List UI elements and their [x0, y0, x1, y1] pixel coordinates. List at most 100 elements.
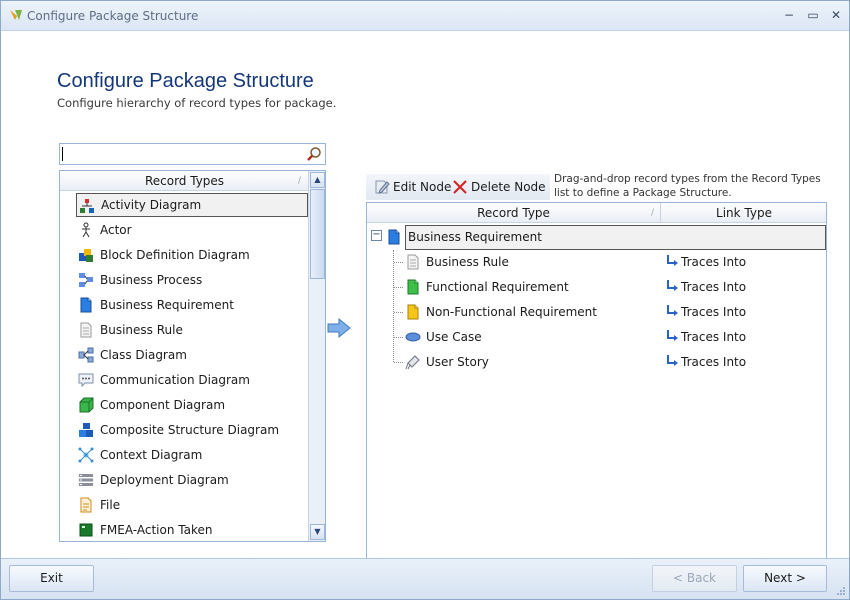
use-case-icon — [405, 332, 421, 342]
sort-indicator-icon: / — [650, 208, 654, 218]
deployment-diagram-icon — [79, 474, 93, 486]
list-item-label: Component Diagram — [100, 398, 226, 412]
column-header-link-type[interactable]: Link Type — [662, 203, 826, 223]
exit-button[interactable]: Exit — [9, 565, 94, 592]
tree-node-label: Use Case — [426, 330, 482, 344]
tree-node-root[interactable]: Business Requirement — [405, 225, 826, 250]
list-item-label: Block Definition Diagram — [100, 248, 250, 262]
record-type-search-input[interactable] — [59, 143, 326, 165]
minimize-button[interactable]: − — [779, 7, 799, 23]
list-item-component-diagram[interactable]: Component Diagram — [76, 393, 308, 417]
wizard-footer: Exit < Back Next > — [1, 558, 849, 599]
text-caret — [62, 147, 63, 161]
record-types-list[interactable]: Record Types / Activity Diagram Actor Bl… — [59, 170, 326, 542]
composite-structure-diagram-icon — [79, 423, 93, 437]
window-title: Configure Package Structure — [27, 9, 199, 23]
close-button[interactable]: ✕ — [826, 7, 846, 23]
list-item-business-process[interactable]: Business Process — [76, 268, 308, 292]
tree-node-label: Business Requirement — [408, 230, 542, 244]
list-item-class-diagram[interactable]: Class Diagram — [76, 343, 308, 367]
list-item-context-diagram[interactable]: Context Diagram — [76, 443, 308, 467]
list-item-label: Deployment Diagram — [100, 473, 229, 487]
user-story-icon — [405, 355, 420, 370]
package-structure-tree[interactable]: Record Type / Link Type − Business Requi… — [366, 202, 827, 574]
page-subtitle: Configure hierarchy of record types for … — [57, 96, 337, 110]
dialog-content: Configure Package Structure Configure hi… — [1, 32, 849, 574]
list-item-label: Composite Structure Diagram — [100, 423, 280, 437]
list-item-label: Business Requirement — [100, 298, 234, 312]
column-header-record-type[interactable]: Record Type / — [367, 203, 661, 223]
business-requirement-icon — [80, 297, 92, 313]
tree-node-label: User Story — [426, 355, 489, 369]
file-icon — [80, 497, 92, 513]
class-diagram-icon — [78, 347, 94, 363]
drag-drop-hint: Drag-and-drop record types from the Reco… — [554, 173, 821, 199]
fmea-action-taken-icon — [79, 523, 93, 537]
list-item-file[interactable]: File — [76, 493, 308, 517]
resize-grip-icon[interactable] — [836, 586, 846, 596]
communication-diagram-icon — [78, 373, 94, 388]
link-type-label[interactable]: Traces Into — [681, 330, 746, 344]
component-diagram-icon — [79, 397, 94, 413]
business-rule-icon — [80, 322, 92, 338]
page-title: Configure Package Structure — [57, 70, 314, 92]
business-requirement-icon — [388, 229, 400, 245]
tree-node-label: Non-Functional Requirement — [426, 305, 597, 319]
delete-x-icon — [453, 180, 467, 194]
record-types-header[interactable]: Record Types / — [60, 171, 309, 191]
block-definition-diagram-icon — [79, 249, 93, 262]
tree-node-business-rule[interactable]: Business Rule Traces Into — [367, 250, 826, 275]
search-icon[interactable] — [306, 146, 322, 162]
link-type-label[interactable]: Traces Into — [681, 355, 746, 369]
tree-node-functional-requirement[interactable]: Functional Requirement Traces Into — [367, 275, 826, 300]
scroll-thumb[interactable] — [310, 189, 325, 279]
link-arrow-icon — [667, 280, 678, 291]
activity-diagram-icon — [80, 199, 94, 213]
scroll-down-button[interactable]: ▼ — [310, 524, 325, 540]
list-item-communication-diagram[interactable]: Communication Diagram — [76, 368, 308, 392]
tree-header: Record Type / Link Type — [367, 203, 826, 223]
list-item-fmea-action-taken[interactable]: FMEA-Action Taken — [76, 518, 308, 541]
next-button[interactable]: Next > — [743, 565, 827, 592]
list-item-actor[interactable]: Actor — [76, 218, 308, 242]
scroll-up-button[interactable]: ▲ — [310, 172, 325, 188]
list-item-composite-structure-diagram[interactable]: Composite Structure Diagram — [76, 418, 308, 442]
link-type-label[interactable]: Traces Into — [681, 305, 746, 319]
arrow-right-icon — [327, 317, 351, 339]
list-item-label: Activity Diagram — [101, 198, 202, 212]
list-item-label: Business Rule — [100, 323, 183, 337]
delete-node-label: Delete Node — [471, 180, 546, 194]
list-item-label: File — [100, 498, 121, 512]
list-item-label: Context Diagram — [100, 448, 203, 462]
list-item-label: FMEA-Action Taken — [100, 523, 213, 537]
link-arrow-icon — [667, 305, 678, 316]
record-types-scrollbar[interactable]: ▲ ▼ — [308, 171, 325, 541]
tree-node-label: Business Rule — [426, 255, 509, 269]
sort-indicator-icon: / — [297, 176, 301, 186]
business-process-icon — [79, 273, 93, 287]
link-arrow-icon — [667, 255, 678, 266]
list-item-block-definition-diagram[interactable]: Block Definition Diagram — [76, 243, 308, 267]
edit-node-icon — [375, 180, 390, 194]
tree-node-user-story[interactable]: User Story Traces Into — [367, 350, 826, 375]
edit-node-label: Edit Node — [393, 180, 452, 194]
list-item-activity-diagram[interactable]: Activity Diagram — [76, 193, 308, 217]
link-arrow-icon — [667, 330, 678, 341]
tree-node-label: Functional Requirement — [426, 280, 569, 294]
dialog-window: Configure Package Structure − ▭ ✕ Config… — [0, 0, 850, 600]
business-rule-icon — [407, 254, 419, 270]
list-item-label: Business Process — [100, 273, 203, 287]
list-item-business-requirement[interactable]: Business Requirement — [76, 293, 308, 317]
maximize-button[interactable]: ▭ — [803, 7, 823, 23]
list-item-business-rule[interactable]: Business Rule — [76, 318, 308, 342]
link-type-label[interactable]: Traces Into — [681, 280, 746, 294]
list-item-label: Communication Diagram — [100, 373, 250, 387]
structure-toolbar: Edit Node Delete Node — [366, 174, 550, 200]
link-type-label[interactable]: Traces Into — [681, 255, 746, 269]
tree-node-non-functional-requirement[interactable]: Non-Functional Requirement Traces Into — [367, 300, 826, 325]
list-item-deployment-diagram[interactable]: Deployment Diagram — [76, 468, 308, 492]
tree-node-use-case[interactable]: Use Case Traces Into — [367, 325, 826, 350]
collapse-toggle-icon[interactable]: − — [371, 230, 382, 241]
link-arrow-icon — [667, 355, 678, 366]
back-button[interactable]: < Back — [652, 565, 737, 592]
